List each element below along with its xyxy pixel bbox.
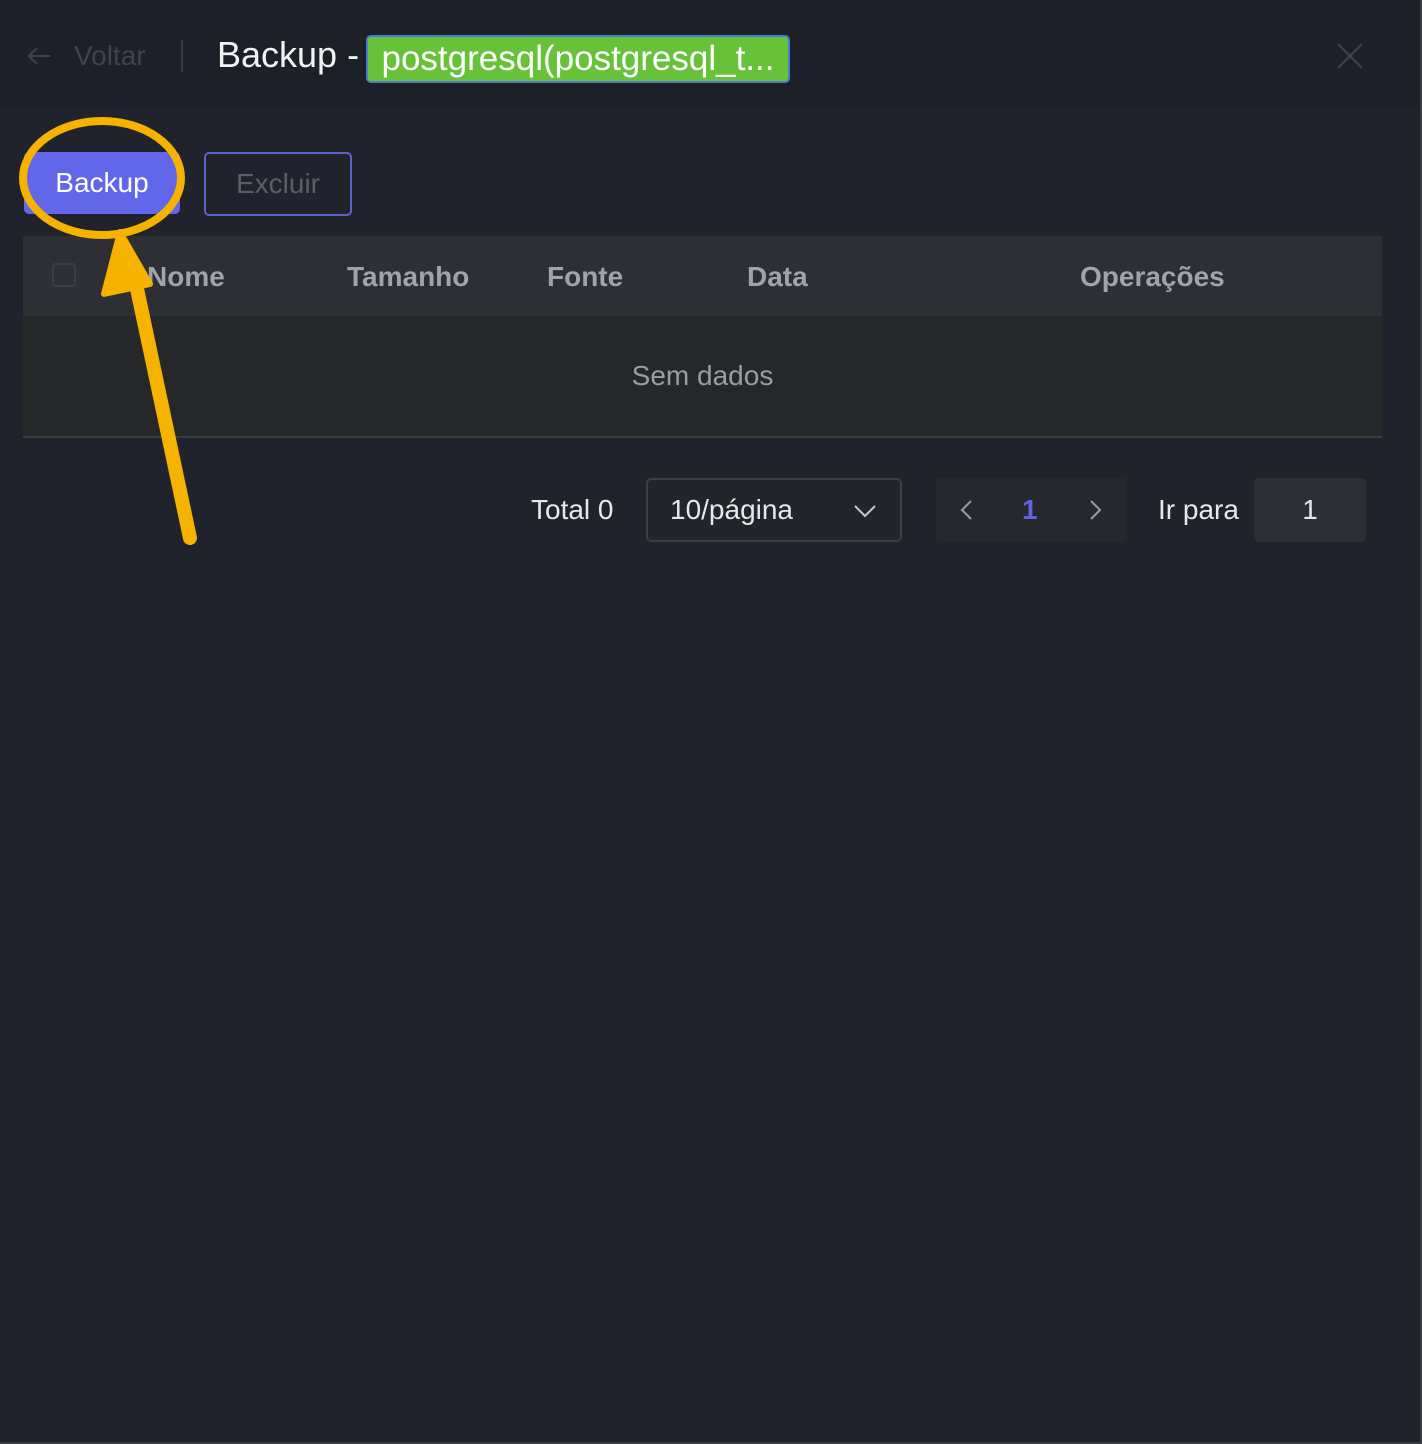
pagination-pager: 1 (936, 478, 1126, 542)
page-number-current[interactable]: 1 (1022, 494, 1038, 526)
table-header: Nome Tamanho Fonte Data Operações (23, 236, 1382, 316)
column-header-operacoes: Operações (1080, 261, 1225, 292)
column-header-data[interactable]: Data (747, 236, 808, 318)
goto-label: Ir para (1158, 494, 1239, 525)
page-size-value: 10/página (670, 494, 794, 525)
database-tag: postgresql(postgresql_t... (366, 35, 790, 83)
page-title: Backup - (217, 34, 360, 75)
chevron-down-icon (854, 505, 876, 518)
backup-button[interactable]: Backup (24, 152, 180, 214)
drawer-header: Voltar Backup - postgresql(postgresql_t.… (0, 0, 1420, 108)
column-header-tamanho[interactable]: Tamanho (347, 236, 469, 318)
page-size-select[interactable]: 10/página (646, 478, 902, 542)
pagination-total: Total 0 (531, 494, 614, 525)
header-divider (181, 40, 183, 72)
goto-page-input[interactable] (1254, 478, 1366, 542)
arrow-left-icon (27, 47, 50, 65)
empty-state-text: Sem dados (631, 360, 774, 391)
column-header-fonte[interactable]: Fonte (547, 236, 623, 318)
select-all-checkbox[interactable] (52, 263, 76, 287)
backup-drawer: Voltar Backup - postgresql(postgresql_t.… (0, 0, 1422, 1444)
table-body: Sem dados (23, 316, 1382, 438)
back-link[interactable]: Voltar (26, 38, 146, 74)
back-label: Voltar (74, 40, 146, 71)
chevron-right-icon[interactable] (1084, 498, 1106, 522)
column-header-nome[interactable]: Nome (147, 236, 225, 318)
delete-button[interactable]: Excluir (204, 152, 352, 216)
chevron-left-icon[interactable] (956, 498, 978, 522)
close-icon[interactable] (1334, 40, 1366, 72)
